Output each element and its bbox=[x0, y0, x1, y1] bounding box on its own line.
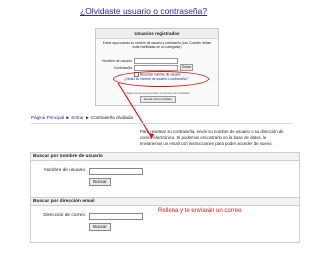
breadcrumb: Página Principal ► Entrar ► Contraseña o… bbox=[31, 113, 293, 124]
search-email-button[interactable]: Buscar bbox=[89, 223, 111, 231]
search-email-input[interactable] bbox=[89, 213, 143, 220]
password-label: Contraseña bbox=[113, 66, 132, 70]
login-username-field[interactable] bbox=[134, 58, 178, 64]
guest-button[interactable]: Entrar como invitado bbox=[140, 96, 176, 103]
search-username-form: Buscar por nombre de usuario Nombre de u… bbox=[30, 152, 300, 198]
annotation-text: Rellena y te enviarán un correo bbox=[158, 208, 242, 214]
search-email-header: Buscar por dirección email bbox=[31, 198, 299, 206]
search-username-input[interactable] bbox=[89, 168, 143, 175]
breadcrumb-separator: ► bbox=[85, 115, 90, 120]
search-username-label: Nombre de usuario bbox=[44, 168, 85, 173]
breadcrumb-home[interactable]: Página Principal bbox=[31, 115, 64, 120]
breadcrumb-separator: ► bbox=[65, 115, 71, 120]
login-header: Usuarios registrados bbox=[96, 29, 218, 39]
username-label: Nombre de usuario bbox=[102, 59, 132, 63]
search-username-header: Buscar por nombre de usuario bbox=[31, 153, 299, 161]
search-email-label: Dirección de correo bbox=[43, 213, 85, 218]
guest-note: Algunos cursos permiten el acceso de inv… bbox=[126, 91, 190, 95]
breadcrumb-login[interactable]: Entrar bbox=[71, 115, 84, 120]
search-email-form: Buscar por dirección email Dirección de … bbox=[30, 197, 300, 243]
page-title: ¿Olvidaste usuario o contraseña? bbox=[80, 6, 208, 16]
login-intro: Entrar aquí usando su nombre de usuario … bbox=[102, 41, 212, 49]
breadcrumb-current: Contraseña olvidada bbox=[90, 115, 134, 120]
login-panel: Usuarios registrados Entrar aquí usando … bbox=[95, 28, 219, 106]
highlight-oval bbox=[113, 71, 209, 87]
login-enter-button[interactable]: Entrar bbox=[180, 64, 193, 71]
search-username-button[interactable]: Buscar bbox=[89, 178, 111, 186]
